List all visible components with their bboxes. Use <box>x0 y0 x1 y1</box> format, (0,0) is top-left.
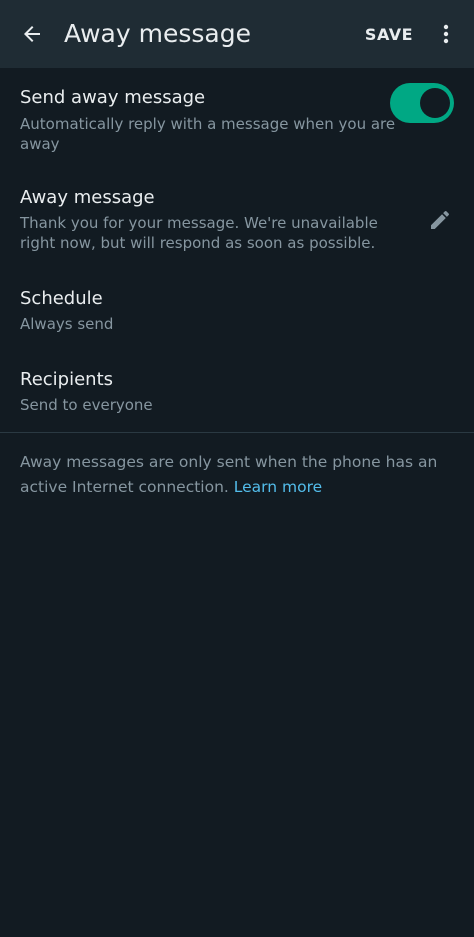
page-title: Away message <box>64 19 251 48</box>
pencil-icon <box>431 210 450 229</box>
more-vertical-icon <box>443 24 449 44</box>
schedule-value: Always send <box>20 315 114 333</box>
recipients-value: Send to everyone <box>20 396 153 414</box>
footer-note-text: Away messages are only sent when the pho… <box>20 453 438 496</box>
more-options-button[interactable] <box>430 18 462 50</box>
save-button[interactable]: SAVE <box>360 20 418 48</box>
footer-note: Away messages are only sent when the pho… <box>20 450 450 500</box>
arrow-left-icon <box>24 26 40 42</box>
away-message-screen: Away message SAVE Send away message Auto… <box>0 0 474 937</box>
away-message-row[interactable]: Away message Thank you for your message.… <box>0 172 474 268</box>
away-message-title: Away message <box>20 187 155 208</box>
toggle-thumb <box>420 88 450 118</box>
away-message-text: Thank you for your message. We're unavai… <box>20 214 378 252</box>
divider <box>0 432 474 433</box>
learn-more-link[interactable]: Learn more <box>234 478 322 496</box>
send-away-message-title: Send away message <box>20 87 206 108</box>
back-button[interactable] <box>14 16 50 52</box>
recipients-row[interactable]: Recipients Send to everyone <box>0 357 474 427</box>
edit-away-message-button[interactable] <box>426 206 454 234</box>
send-away-message-subtitle: Automatically reply with a message when … <box>20 115 396 153</box>
send-away-message-toggle[interactable] <box>390 83 454 123</box>
app-bar: Away message SAVE <box>0 0 474 68</box>
recipients-title: Recipients <box>20 369 114 390</box>
schedule-title: Schedule <box>20 288 103 309</box>
schedule-row[interactable]: Schedule Always send <box>0 276 474 346</box>
